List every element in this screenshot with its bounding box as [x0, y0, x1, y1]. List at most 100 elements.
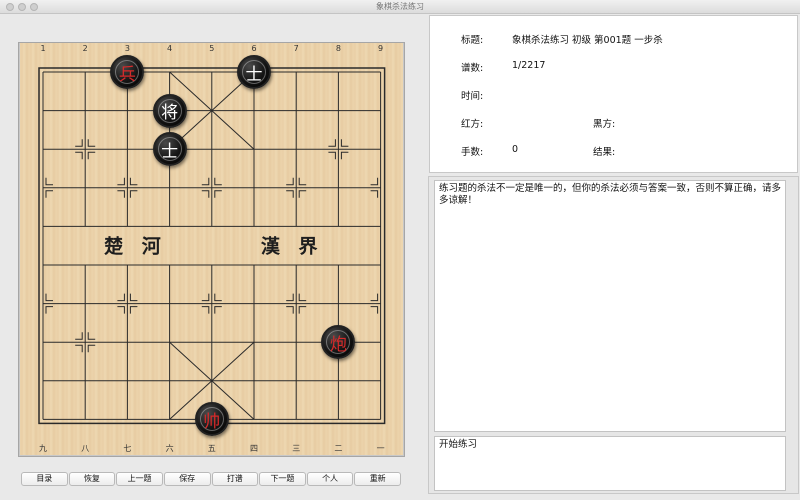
position-marker — [45, 190, 53, 198]
position-marker — [298, 293, 307, 302]
position-marker — [286, 190, 294, 198]
position-marker — [117, 306, 125, 314]
move-list[interactable]: 开始练习 — [434, 436, 786, 491]
piece-character: 士 — [245, 64, 263, 85]
position-marker — [129, 190, 138, 198]
toolbar-button-3[interactable]: 保存 — [163, 472, 211, 486]
top-coordinate: 8 — [336, 44, 341, 53]
moves-label: 手数: — [461, 147, 484, 158]
position-marker — [370, 293, 379, 302]
xiangqi-board[interactable]: 123456789九八七六五四三二一楚 河漢 界 兵士将士炮帅 — [20, 43, 403, 455]
bottom-coordinate: 二 — [334, 444, 342, 453]
top-coordinate: 6 — [251, 44, 256, 53]
black-advisor-piece[interactable]: 士 — [152, 132, 187, 167]
position-marker — [201, 293, 210, 302]
top-coordinate: 2 — [83, 44, 88, 53]
position-marker — [87, 332, 96, 340]
bottom-coordinate: 一 — [377, 444, 385, 453]
black-advisor-piece[interactable]: 士 — [237, 55, 271, 89]
position-marker — [340, 139, 349, 147]
position-marker — [214, 306, 222, 314]
position-marker — [370, 306, 379, 314]
piece-character: 将 — [161, 103, 179, 124]
toolbar-button-7[interactable]: 重新 — [354, 472, 401, 486]
position-marker — [129, 306, 138, 314]
moves-value: 0 — [512, 144, 519, 155]
position-marker — [201, 190, 210, 198]
position-marker — [75, 139, 83, 147]
toolbar-button-6[interactable]: 个人 — [306, 472, 354, 486]
position-marker — [214, 190, 222, 198]
piece-character: 帅 — [203, 411, 221, 432]
red-player-label: 红方: — [461, 119, 484, 130]
game-info-panel: 标题: 象棋杀法练习 初级 第001题 一步杀 谱数: 1/2217 时间: 红… — [429, 15, 798, 173]
river-text-right: 漢 界 — [261, 235, 324, 258]
title-label: 标题: — [461, 35, 484, 46]
note-textarea[interactable]: 练习题的杀法不一定是唯一的，但你的杀法必须与答案一致，否则不算正确，请多多谅解！ — [434, 180, 786, 432]
note-text: 练习题的杀法不一定是唯一的，但你的杀法必须与答案一致，否则不算正确，请多多谅解！ — [439, 183, 782, 206]
bottom-coordinate: 五 — [208, 444, 216, 453]
position-marker — [201, 306, 210, 314]
bottom-coordinate: 四 — [250, 444, 258, 453]
position-marker — [87, 151, 96, 160]
toolbar-button-5[interactable]: 下一题 — [259, 472, 306, 486]
position-marker — [298, 306, 307, 314]
position-marker — [129, 177, 138, 186]
position-marker — [117, 190, 125, 198]
toolbar-button-0[interactable]: 目录 — [21, 472, 68, 486]
position-marker — [75, 332, 83, 340]
toolbar: 目录 恢复 上一题 保存 打谱 下一题 个人 重新 — [21, 472, 401, 486]
position-marker — [298, 177, 307, 186]
position-marker — [75, 344, 83, 353]
black-player-label: 黑方: — [593, 119, 616, 130]
position-marker — [298, 190, 307, 198]
piece-character: 兵 — [118, 64, 136, 85]
position-marker — [370, 177, 379, 186]
top-coordinate: 9 — [378, 44, 383, 53]
board-grid: 1 2 3 4 5 6 7 8 9 九 八 七 六 五 四 三 二 一 楚 河 漢 界 — [38, 44, 386, 453]
red-general-piece[interactable]: 帅 — [194, 402, 229, 437]
piece-character: 炮 — [329, 334, 347, 355]
position-marker — [129, 293, 138, 302]
bottom-coordinate: 九 — [39, 444, 47, 453]
black-general-piece[interactable]: 将 — [152, 93, 187, 128]
count-label: 谱数: — [461, 63, 484, 74]
position-marker — [328, 139, 336, 147]
position-marker — [87, 139, 96, 147]
position-marker — [340, 151, 349, 160]
position-marker — [286, 306, 294, 314]
bottom-coordinate: 八 — [81, 444, 89, 453]
top-coordinate: 3 — [125, 44, 130, 53]
top-coordinate: 1 — [40, 44, 45, 53]
bottom-coordinate: 七 — [123, 444, 131, 453]
position-marker — [286, 177, 294, 186]
piece-character: 士 — [161, 141, 179, 162]
time-label: 时间: — [461, 91, 484, 102]
position-marker — [328, 151, 336, 160]
count-value: 1/2217 — [512, 60, 546, 71]
position-marker — [214, 293, 222, 302]
window-title: 象棋杀法练习 — [376, 2, 424, 11]
river-text-left: 楚 河 — [104, 235, 167, 258]
position-marker — [45, 293, 53, 302]
position-marker — [370, 190, 379, 198]
result-label: 结果: — [593, 147, 616, 158]
position-marker — [214, 177, 222, 186]
toolbar-button-4[interactable]: 打谱 — [211, 472, 259, 486]
position-marker — [87, 344, 96, 353]
window-titlebar: 象棋杀法练习 — [0, 0, 800, 14]
bottom-coordinate: 六 — [166, 443, 174, 453]
position-marker — [45, 306, 53, 314]
toolbar-button-1[interactable]: 恢复 — [68, 472, 116, 486]
title-value: 象棋杀法练习 初级 第001题 一步杀 — [512, 35, 663, 46]
position-marker — [201, 177, 210, 186]
position-marker — [117, 177, 125, 186]
move-list-text: 开始练习 — [439, 439, 478, 450]
top-coordinate: 4 — [167, 44, 172, 53]
toolbar-button-2[interactable]: 上一题 — [116, 472, 163, 486]
bottom-coordinate: 三 — [292, 444, 300, 453]
top-coordinate: 7 — [294, 44, 299, 53]
position-marker — [117, 293, 125, 302]
position-marker — [75, 151, 83, 160]
top-coordinate: 5 — [209, 44, 214, 53]
